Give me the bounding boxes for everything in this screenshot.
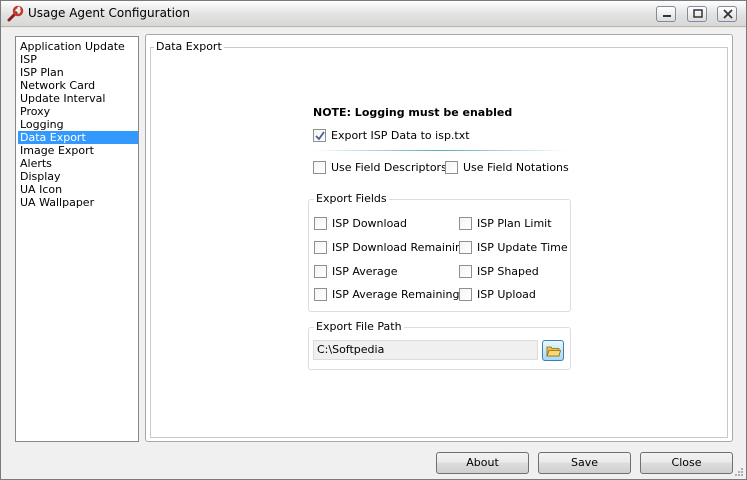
isp-download-remaining-checkbox[interactable] xyxy=(314,241,327,254)
settings-category-list[interactable]: Application Update ISP ISP Plan Network … xyxy=(15,36,139,442)
export-file-path-title: Export File Path xyxy=(314,320,404,333)
window-title: Usage Agent Configuration xyxy=(28,6,190,20)
isp-plan-limit-checkbox[interactable] xyxy=(459,217,472,230)
close-icon xyxy=(723,9,733,19)
isp-update-time-checkbox[interactable] xyxy=(459,241,472,254)
use-field-descriptors-checkbox[interactable] xyxy=(313,161,326,174)
wrench-icon xyxy=(6,5,24,23)
nav-item-image-export[interactable]: Image Export xyxy=(18,144,138,157)
use-field-descriptors-label: Use Field Descriptors xyxy=(331,161,447,174)
maximize-icon xyxy=(693,9,703,18)
export-isp-checkbox[interactable] xyxy=(313,129,326,142)
folder-icon xyxy=(546,346,561,357)
nav-item-display[interactable]: Display xyxy=(18,170,138,183)
panel-title: Data Export xyxy=(154,40,224,53)
use-field-notations-checkbox[interactable] xyxy=(445,161,458,174)
nav-item-network-card[interactable]: Network Card xyxy=(18,79,138,92)
export-path-input[interactable]: C:\Softpedia xyxy=(313,340,538,360)
nav-item-ua-icon[interactable]: UA Icon xyxy=(18,183,138,196)
nav-item-application-update[interactable]: Application Update xyxy=(18,40,138,53)
nav-item-isp-plan[interactable]: ISP Plan xyxy=(18,66,138,79)
isp-download-label: ISP Download xyxy=(332,217,408,230)
close-button[interactable]: Close xyxy=(640,452,733,474)
minimize-button[interactable] xyxy=(656,6,676,22)
nav-item-proxy[interactable]: Proxy xyxy=(18,105,138,118)
nav-item-data-export[interactable]: Data Export xyxy=(18,131,138,144)
export-isp-label: Export ISP Data to isp.txt xyxy=(331,129,470,142)
export-fields-title: Export Fields xyxy=(314,192,389,205)
isp-average-remaining-checkbox[interactable] xyxy=(314,288,327,301)
isp-upload-checkbox[interactable] xyxy=(459,288,472,301)
isp-plan-limit-label: ISP Plan Limit xyxy=(477,217,552,230)
client-area: Application Update ISP ISP Plan Network … xyxy=(1,28,746,479)
logging-note: NOTE: Logging must be enabled xyxy=(313,106,513,119)
save-button[interactable]: Save xyxy=(538,452,631,474)
nav-item-ua-wallpaper[interactable]: UA Wallpaper xyxy=(18,196,138,209)
checkmark-icon xyxy=(315,131,325,141)
separator-line xyxy=(313,150,567,151)
nav-item-update-interval[interactable]: Update Interval xyxy=(18,92,138,105)
isp-average-label: ISP Average xyxy=(332,265,398,278)
isp-shaped-checkbox[interactable] xyxy=(459,265,472,278)
isp-shaped-label: ISP Shaped xyxy=(477,265,539,278)
about-button[interactable]: About xyxy=(436,452,529,474)
resize-grip-icon[interactable] xyxy=(734,467,744,477)
use-field-notations-label: Use Field Notations xyxy=(463,161,569,174)
maximize-button[interactable] xyxy=(687,6,707,22)
isp-download-remaining-label: ISP Download Remaining xyxy=(332,241,469,254)
close-window-button[interactable] xyxy=(717,6,737,22)
isp-update-time-label: ISP Update Time xyxy=(477,241,568,254)
isp-upload-label: ISP Upload xyxy=(477,288,536,301)
nav-item-isp[interactable]: ISP xyxy=(18,53,138,66)
nav-item-logging[interactable]: Logging xyxy=(18,118,138,131)
browse-folder-button[interactable] xyxy=(542,340,564,361)
isp-download-checkbox[interactable] xyxy=(314,217,327,230)
nav-item-alerts[interactable]: Alerts xyxy=(18,157,138,170)
main-window: Usage Agent Configuration Application Up… xyxy=(0,0,747,480)
isp-average-remaining-label: ISP Average Remaining xyxy=(332,288,460,301)
isp-average-checkbox[interactable] xyxy=(314,265,327,278)
minimize-icon xyxy=(663,15,671,17)
title-bar[interactable]: Usage Agent Configuration xyxy=(1,1,746,27)
